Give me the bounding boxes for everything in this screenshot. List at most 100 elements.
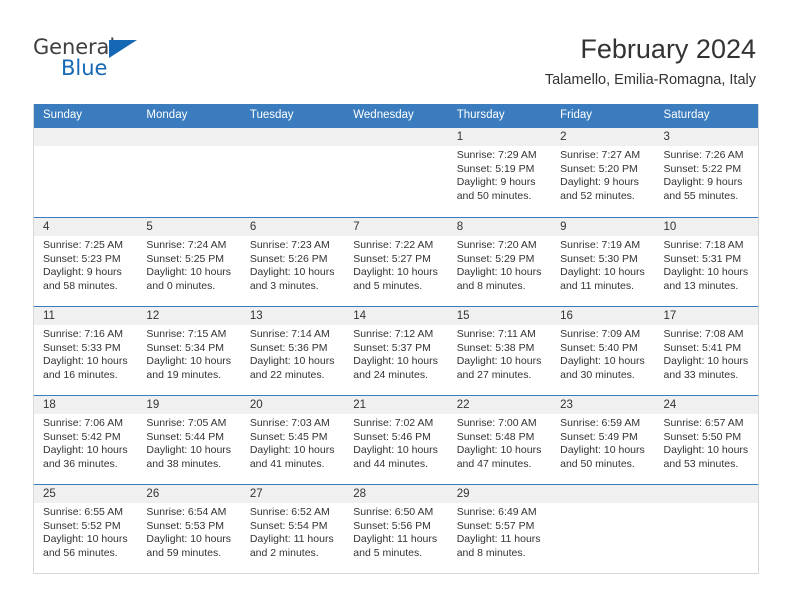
day-detail-line: Sunset: 5:36 PM bbox=[249, 341, 328, 354]
day-detail-line: Sunset: 5:25 PM bbox=[146, 252, 225, 265]
day-details: Sunrise: 7:11 AM Sunset: 5:38 PM Daylight:… bbox=[448, 325, 551, 382]
calendar-day-cell[interactable]: 17 Sunrise: 7:08 AM Sunset: 5:41 PM Dayligh… bbox=[654, 307, 758, 395]
calendar-cell-empty bbox=[551, 485, 655, 573]
day-number: 20 bbox=[240, 396, 345, 414]
calendar-day-cell[interactable]: 25 Sunrise: 6:55 AM Sunset: 5:52 PM Dayligh… bbox=[34, 485, 138, 573]
calendar-day-cell[interactable]: 3 Sunrise: 7:26 AM Sunset: 5:22 PM Daylight… bbox=[654, 128, 758, 217]
day-number: 22 bbox=[447, 396, 552, 414]
day-detail-line: Sunset: 5:27 PM bbox=[353, 252, 431, 265]
day-detail-line: Daylight: 10 hours bbox=[249, 444, 335, 457]
weekday-header-row: Sunday Monday Tuesday Wednesday Thursday Frid… bbox=[34, 104, 758, 128]
day-detail-line: Sunrise: 6:55 AM bbox=[43, 506, 123, 518]
day-number: 14 bbox=[344, 307, 448, 325]
day-detail-line: and 50 minutes. bbox=[456, 189, 532, 202]
calendar-day-cell[interactable]: 7 Sunrise: 7:22 AM Sunset: 5:27 PM Daylight… bbox=[344, 218, 448, 306]
day-detail-line: Sunrise: 7:12 AM bbox=[353, 328, 434, 340]
day-detail-line: and 11 minutes. bbox=[560, 279, 635, 292]
calendar-day-cell[interactable]: 15 Sunrise: 7:11 AM Sunset: 5:38 PM Dayligh… bbox=[447, 307, 552, 395]
day-detail-line: and 16 minutes. bbox=[43, 368, 118, 381]
calendar-day-cell[interactable]: 27 Sunrise: 6:52 AM Sunset: 5:54 PM Dayligh… bbox=[240, 485, 345, 573]
logo-triangle-icon bbox=[109, 40, 137, 58]
day-detail-line: Sunrise: 6:57 AM bbox=[663, 417, 744, 429]
page-subtitle: Talamello, Emilia-Romagna, Italy bbox=[544, 72, 756, 88]
day-details bbox=[34, 146, 137, 149]
calendar-cell-empty bbox=[137, 128, 241, 217]
day-detail-line: and 24 minutes. bbox=[353, 368, 428, 381]
day-detail-line: and 38 minutes. bbox=[146, 457, 222, 470]
day-detail-line: Sunset: 5:23 PM bbox=[43, 252, 121, 265]
day-detail-line: Sunrise: 6:54 AM bbox=[146, 506, 227, 518]
day-number: 19 bbox=[137, 396, 241, 414]
day-detail-line: Daylight: 10 hours bbox=[146, 266, 232, 279]
calendar-day-cell[interactable]: 28 Sunrise: 6:50 AM Sunset: 5:56 PM Dayligh… bbox=[344, 485, 448, 573]
day-detail-line: Sunset: 5:49 PM bbox=[560, 430, 638, 443]
calendar-day-cell[interactable]: 11 Sunrise: 7:16 AM Sunset: 5:33 PM Dayligh… bbox=[34, 307, 138, 395]
day-number: 3 bbox=[654, 128, 758, 146]
calendar-day-cell[interactable]: 24 Sunrise: 6:57 AM Sunset: 5:50 PM Dayligh… bbox=[654, 396, 758, 484]
calendar-day-cell[interactable]: 29 Sunrise: 6:49 AM Sunset: 5:57 PM Dayligh… bbox=[447, 485, 552, 573]
calendar-day-cell[interactable]: 5 Sunrise: 7:24 AM Sunset: 5:25 PM Daylight… bbox=[137, 218, 241, 306]
day-detail-line: Sunrise: 6:59 AM bbox=[560, 417, 641, 429]
day-detail-line: Sunrise: 7:18 AM bbox=[663, 239, 744, 251]
day-detail-line: Daylight: 9 hours bbox=[663, 176, 743, 189]
logo-text-general: General bbox=[33, 35, 116, 59]
calendar-week-row: 1 Sunrise: 7:29 AM Sunset: 5:19 PM Daylight… bbox=[34, 128, 758, 217]
calendar-day-cell[interactable]: 2 Sunrise: 7:27 AM Sunset: 5:20 PM Daylight… bbox=[551, 128, 655, 217]
day-details: Sunrise: 7:25 AM Sunset: 5:23 PM Daylight:… bbox=[34, 236, 137, 293]
day-detail-line: and 59 minutes. bbox=[146, 546, 222, 559]
day-detail-line: Daylight: 10 hours bbox=[146, 444, 232, 457]
day-detail-line: Daylight: 10 hours bbox=[353, 444, 438, 457]
calendar-day-cell[interactable]: 1 Sunrise: 7:29 AM Sunset: 5:19 PM Daylight… bbox=[447, 128, 552, 217]
calendar-day-cell[interactable]: 6 Sunrise: 7:23 AM Sunset: 5:26 PM Daylight… bbox=[240, 218, 345, 306]
calendar-day-cell[interactable]: 14 Sunrise: 7:12 AM Sunset: 5:37 PM Dayligh… bbox=[344, 307, 448, 395]
calendar-day-cell[interactable]: 20 Sunrise: 7:03 AM Sunset: 5:45 PM Dayligh… bbox=[240, 396, 345, 484]
calendar-day-cell[interactable]: 8 Sunrise: 7:20 AM Sunset: 5:29 PM Daylight… bbox=[447, 218, 552, 306]
calendar-day-cell[interactable]: 18 Sunrise: 7:06 AM Sunset: 5:42 PM Dayligh… bbox=[34, 396, 138, 484]
logo-text-blue: Blue bbox=[61, 56, 108, 80]
calendar-week-row: 4 Sunrise: 7:25 AM Sunset: 5:23 PM Daylight… bbox=[34, 217, 758, 306]
day-detail-line: Sunset: 5:33 PM bbox=[43, 341, 121, 354]
calendar-week-row: 25 Sunrise: 6:55 AM Sunset: 5:52 PM Dayligh… bbox=[34, 484, 758, 573]
calendar-day-cell[interactable]: 26 Sunrise: 6:54 AM Sunset: 5:53 PM Dayligh… bbox=[137, 485, 241, 573]
day-detail-line: Sunset: 5:40 PM bbox=[560, 341, 638, 354]
day-detail-line: Sunset: 5:30 PM bbox=[560, 252, 638, 265]
day-detail-line: Sunset: 5:45 PM bbox=[249, 430, 328, 443]
calendar-cell-empty bbox=[344, 128, 448, 217]
calendar-day-cell[interactable]: 12 Sunrise: 7:15 AM Sunset: 5:34 PM Dayligh… bbox=[137, 307, 241, 395]
day-detail-line: Sunrise: 7:03 AM bbox=[249, 417, 330, 429]
day-number: 7 bbox=[344, 218, 448, 236]
day-detail-line: and 19 minutes. bbox=[146, 368, 222, 381]
calendar-day-cell[interactable]: 10 Sunrise: 7:18 AM Sunset: 5:31 PM Dayligh… bbox=[654, 218, 758, 306]
day-detail-line: Daylight: 9 hours bbox=[456, 176, 536, 189]
calendar-day-cell[interactable]: 22 Sunrise: 7:00 AM Sunset: 5:48 PM Dayligh… bbox=[447, 396, 552, 484]
day-detail-line: and 5 minutes. bbox=[353, 279, 423, 292]
day-detail-line: and 56 minutes. bbox=[43, 546, 118, 559]
calendar-cell-empty bbox=[654, 485, 758, 573]
day-number bbox=[344, 128, 448, 146]
general-blue-logo[interactable]: General Blue bbox=[33, 36, 163, 86]
day-detail-line: and 0 minutes. bbox=[146, 279, 216, 292]
calendar-day-cell[interactable]: 9 Sunrise: 7:19 AM Sunset: 5:30 PM Daylight… bbox=[551, 218, 655, 306]
day-number: 12 bbox=[137, 307, 241, 325]
calendar-day-cell[interactable]: 16 Sunrise: 7:09 AM Sunset: 5:40 PM Dayligh… bbox=[551, 307, 655, 395]
day-details bbox=[551, 503, 654, 506]
day-number bbox=[654, 485, 758, 503]
day-detail-line: Sunrise: 7:00 AM bbox=[456, 417, 537, 429]
day-details: Sunrise: 7:26 AM Sunset: 5:22 PM Daylight:… bbox=[655, 146, 758, 203]
day-details: Sunrise: 7:12 AM Sunset: 5:37 PM Daylight:… bbox=[344, 325, 447, 382]
weekday-header-tuesday: Tuesday bbox=[249, 109, 294, 121]
day-detail-line: Sunset: 5:46 PM bbox=[353, 430, 431, 443]
calendar-day-cell[interactable]: 13 Sunrise: 7:14 AM Sunset: 5:36 PM Dayligh… bbox=[240, 307, 345, 395]
day-number: 25 bbox=[34, 485, 138, 503]
day-details: Sunrise: 7:15 AM Sunset: 5:34 PM Daylight:… bbox=[137, 325, 240, 382]
day-detail-line: Sunrise: 6:50 AM bbox=[353, 506, 434, 518]
calendar-day-cell[interactable]: 21 Sunrise: 7:02 AM Sunset: 5:46 PM Dayligh… bbox=[344, 396, 448, 484]
day-detail-line: Sunrise: 7:05 AM bbox=[146, 417, 227, 429]
day-details: Sunrise: 7:08 AM Sunset: 5:41 PM Daylight:… bbox=[655, 325, 758, 382]
day-number: 13 bbox=[240, 307, 345, 325]
calendar-day-cell[interactable]: 23 Sunrise: 6:59 AM Sunset: 5:49 PM Dayligh… bbox=[551, 396, 655, 484]
day-detail-line: and 36 minutes. bbox=[43, 457, 118, 470]
calendar-day-cell[interactable]: 4 Sunrise: 7:25 AM Sunset: 5:23 PM Daylight… bbox=[34, 218, 138, 306]
day-detail-line: and 52 minutes. bbox=[560, 189, 635, 202]
calendar-day-cell[interactable]: 19 Sunrise: 7:05 AM Sunset: 5:44 PM Dayligh… bbox=[137, 396, 241, 484]
